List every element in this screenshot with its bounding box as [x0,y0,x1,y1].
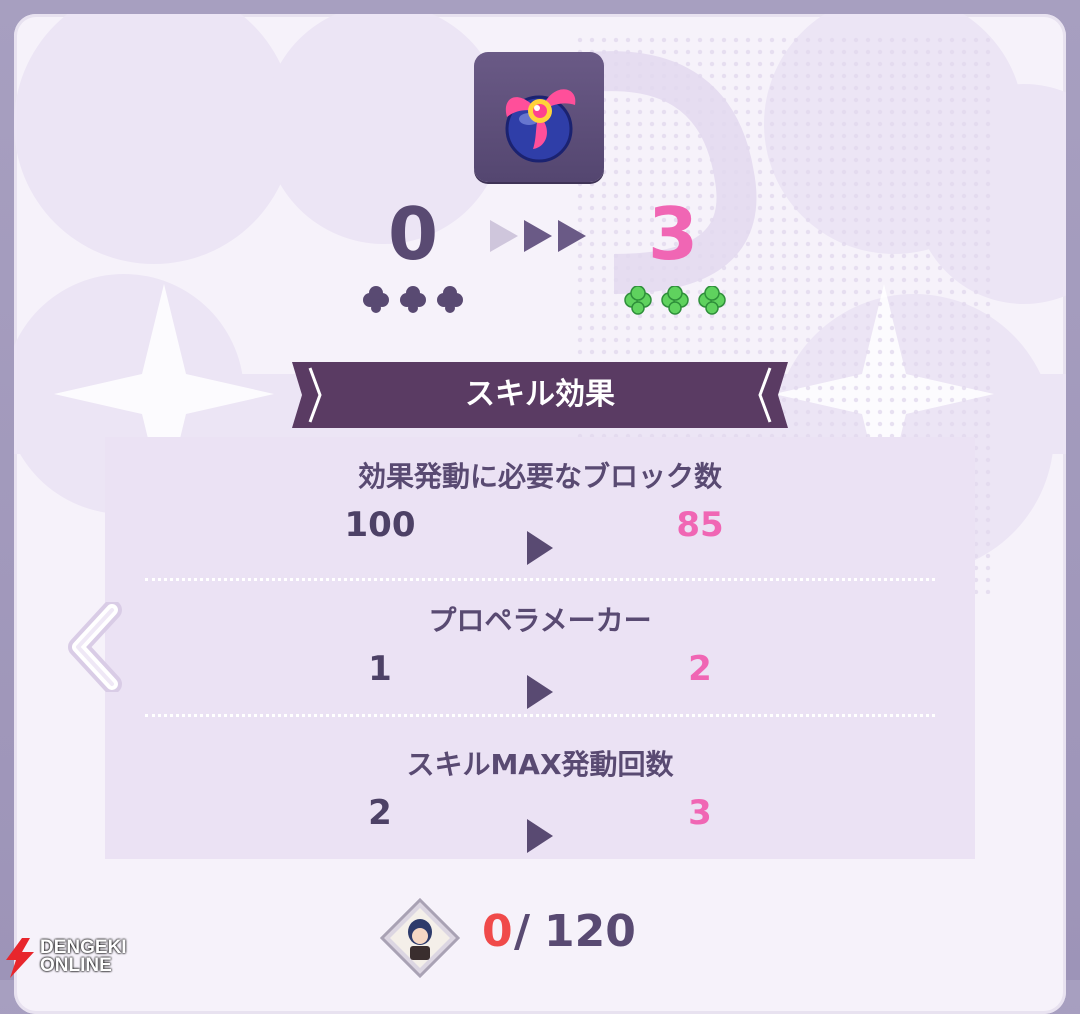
divider [145,578,935,581]
clover-rank-filled-icon [624,286,726,315]
effect-value-from: 2 [368,793,392,833]
material-count: 0 / 120 [380,898,640,978]
arrow-right-icon [527,531,553,565]
watermark-line2: ONLINE [40,955,112,976]
effect-value-from: 1 [368,649,392,689]
arrow-right-icon [527,675,553,709]
effect-value-to: 3 [688,793,712,833]
effect-row: プロペラメーカー 1 2 [105,599,975,739]
character-avatar-icon [380,898,460,978]
section-title: スキル効果 [465,377,615,412]
level-up-arrows-icon [490,220,586,252]
skill-effect-list: 効果発動に必要なブロック数 100 85 プロペラメーカー 1 2 スキルMAX… [105,437,975,859]
effect-title: プロペラメーカー [428,604,652,637]
clover-rank-empty-icon [363,286,463,313]
material-total: 120 [544,906,636,957]
effect-value-from: 100 [344,505,416,545]
effect-row: スキルMAX発動回数 2 3 [105,743,975,883]
effect-value-to: 85 [676,505,724,545]
effect-title: スキルMAX発動回数 [406,748,674,781]
effect-row: 効果発動に必要なブロック数 100 85 [105,455,975,595]
effect-value-to: 2 [688,649,712,689]
divider [145,714,935,717]
previous-arrow-button[interactable] [66,602,126,692]
material-separator: / [514,906,531,957]
effect-title: 効果発動に必要なブロック数 [357,460,722,493]
skill-level-to: 3 [647,192,699,276]
skill-icon-tile [474,52,604,182]
skill-level-from: 0 [387,192,439,276]
arrow-right-icon [527,819,553,853]
propeller-ball-icon [505,89,576,163]
material-current: 0 [482,906,513,957]
